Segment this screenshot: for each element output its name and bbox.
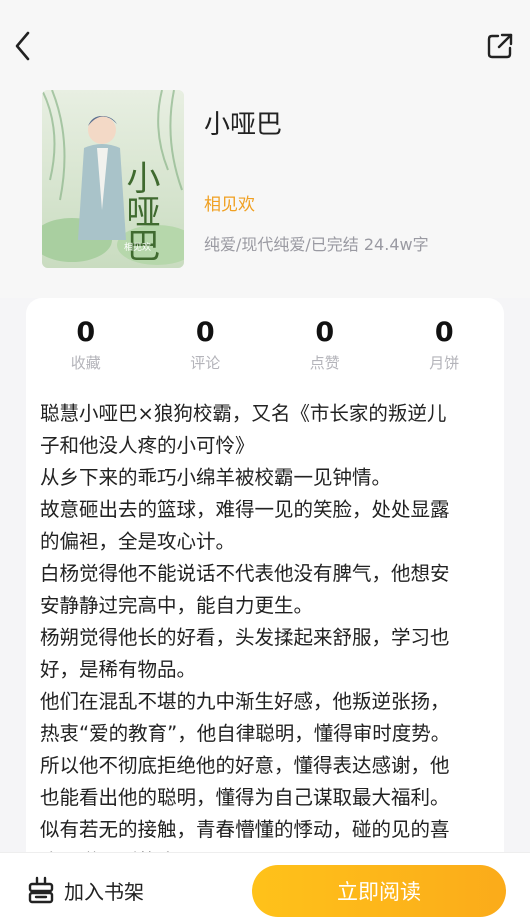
add-to-shelf-label: 加入书架	[64, 879, 144, 904]
read-now-button[interactable]: 立即阅读	[252, 865, 506, 917]
stat-label: 评论	[190, 354, 221, 372]
description-line: 聪慧小哑巴×狼狗校霸，又名《市长家的叛逆儿	[40, 402, 447, 425]
stats-row: 0 收藏 0 评论 0 点赞 0 月饼	[26, 316, 504, 382]
book-title: 小哑巴	[204, 110, 283, 140]
stat-mooncakes[interactable]: 0 月饼	[385, 316, 505, 382]
bottom-action-bar: 加入书架 立即阅读	[0, 852, 530, 921]
stat-label: 月饼	[429, 354, 460, 372]
top-nav-bar	[0, 0, 530, 89]
book-cover[interactable]: 小哑巴 相见欢	[42, 90, 184, 268]
stat-label: 点赞	[309, 354, 340, 372]
stat-value: 0	[76, 317, 96, 348]
description-line: 子和他没人疼的小可怜》	[40, 434, 255, 457]
share-icon	[487, 33, 513, 59]
book-meta: 纯爱/现代纯爱/已完结 24.4w字	[204, 235, 429, 254]
stat-favorites[interactable]: 0 收藏	[26, 316, 146, 382]
book-info-card: 0 收藏 0 评论 0 点赞 0 月饼 聪慧小哑巴×狼狗校霸，又名《市长家的叛逆…	[26, 298, 504, 918]
book-description: 聪慧小哑巴×狼狗校霸，又名《市长家的叛逆儿 子和他没人疼的小可怜》 从乡下来的乖…	[40, 398, 498, 878]
description-line: 从乡下来的乖巧小绵羊被校霸一见钟情。	[40, 466, 392, 489]
book-author[interactable]: 相见欢	[204, 190, 255, 215]
stat-label: 收藏	[70, 354, 101, 372]
share-button[interactable]	[484, 30, 516, 62]
stat-value: 0	[434, 317, 454, 348]
description-line: 好，是稀有物品。	[40, 658, 197, 681]
stat-comments[interactable]: 0 评论	[146, 316, 266, 382]
description-line: 似有若无的接触，青春懵懂的悸动，碰的见的喜	[40, 818, 450, 841]
description-line: 故意砸出去的篮球，难得一见的笑脸，处处显露	[40, 498, 450, 521]
description-line: 安静静过完高中，能自力更生。	[40, 594, 314, 617]
stat-likes[interactable]: 0 点赞	[265, 316, 385, 382]
back-button[interactable]	[8, 26, 40, 66]
description-line: 白杨觉得他不能说话不代表他没有脾气，他想安	[40, 562, 450, 585]
description-line: 他们在混乱不堪的九中渐生好感，他叛逆张扬，	[40, 690, 450, 713]
description-line: 的偏袒，全是攻心计。	[40, 530, 236, 553]
description-line: 所以他不彻底拒绝他的好意，懂得表达感谢，他	[40, 754, 450, 777]
bookshelf-icon	[28, 876, 54, 904]
description-line: 也能看出他的聪明，懂得为自己谋取最大福利。	[40, 786, 450, 809]
description-line: 热衷“爱的教育”，他自律聪明，懂得审时度势。	[40, 722, 451, 745]
cover-author-art: 相见欢	[124, 241, 151, 253]
chevron-left-icon	[15, 31, 30, 61]
cover-illustration: 小哑巴 相见欢	[42, 90, 184, 268]
stat-value: 0	[195, 317, 215, 348]
description-line: 杨朔觉得他长的好看，头发揉起来舒服，学习也	[40, 626, 450, 649]
stat-value: 0	[315, 317, 335, 348]
add-to-shelf-button[interactable]: 加入书架	[26, 873, 144, 907]
